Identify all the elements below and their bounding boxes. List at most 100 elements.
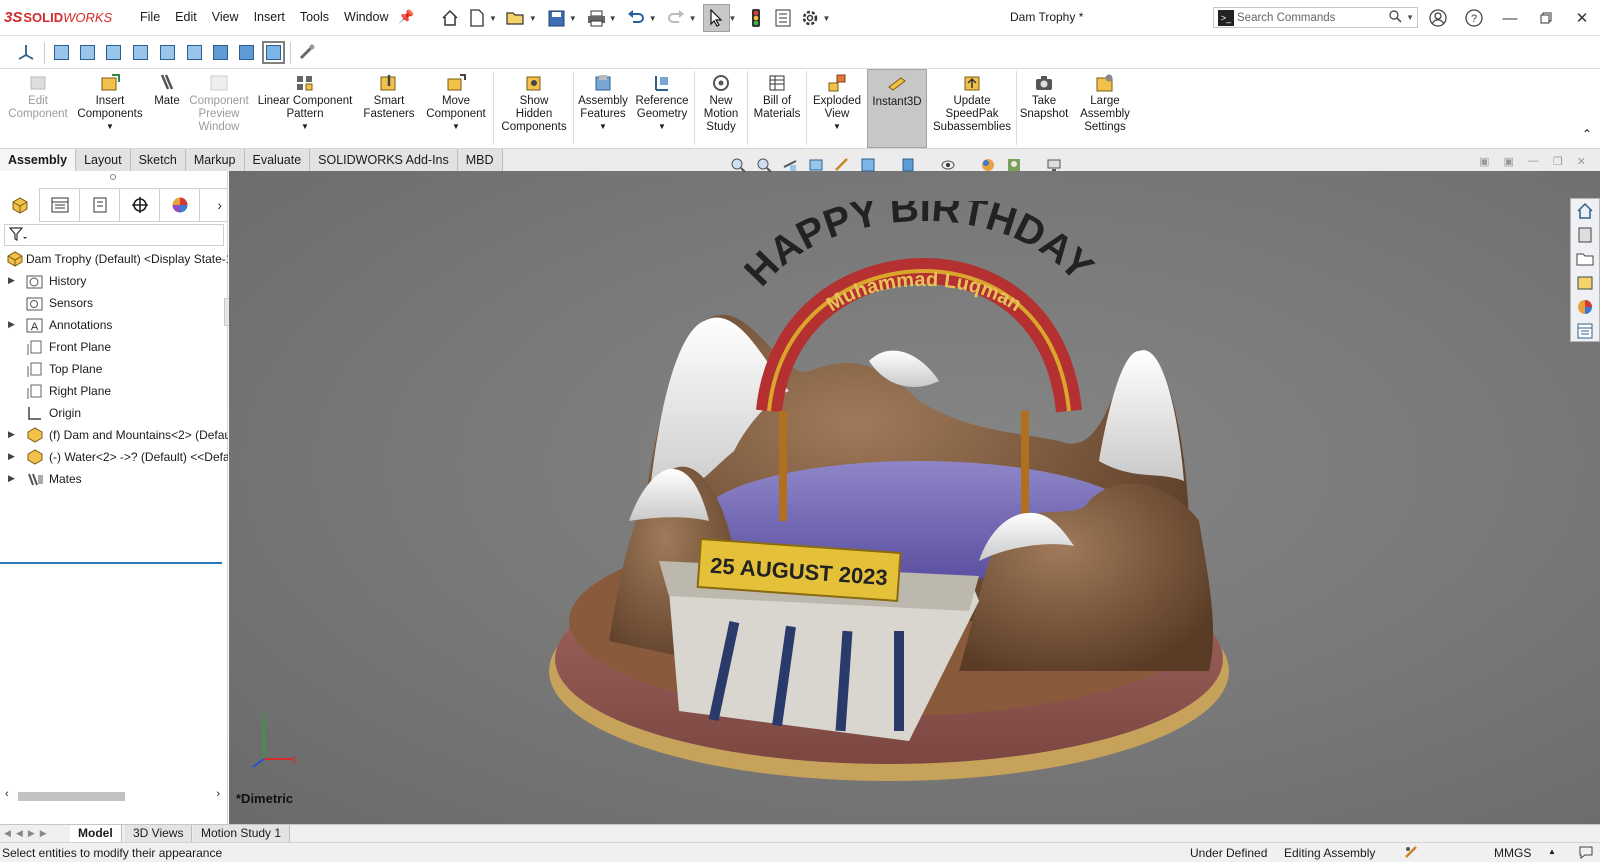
menu-edit[interactable]: Edit	[175, 10, 197, 24]
redo-icon[interactable]	[663, 4, 690, 32]
display-style-icon[interactable]	[895, 155, 921, 175]
new-document-icon[interactable]	[463, 4, 490, 32]
user-account-icon[interactable]	[1420, 5, 1456, 31]
tab-model[interactable]: Model	[70, 825, 122, 842]
close-button[interactable]: ✕	[1564, 5, 1600, 31]
view-palette-icon[interactable]	[1571, 271, 1599, 295]
design-library-icon[interactable]	[1571, 223, 1599, 247]
rebuild-status-icon[interactable]	[1404, 845, 1420, 862]
units-dropdown-icon[interactable]: ▲	[1548, 847, 1556, 856]
select-dropdown-icon[interactable]: ▼	[729, 14, 737, 23]
expand-icon[interactable]: ▶	[8, 473, 15, 484]
dimxpert-tab-icon[interactable]	[120, 188, 160, 222]
print-dropdown-icon[interactable]: ▼	[609, 14, 617, 23]
expand-icon[interactable]: ▶	[8, 429, 15, 440]
home-icon[interactable]	[436, 4, 463, 32]
scroll-thumb[interactable]	[18, 792, 125, 801]
reference-geometry-button[interactable]: Reference Geometry ▼	[631, 69, 693, 148]
chevron-down-icon[interactable]: ▼	[301, 123, 309, 131]
isometric-view-icon[interactable]	[209, 41, 231, 63]
tree-item-water[interactable]: ▶ (-) Water<2> ->? (Default) <<Default>	[0, 446, 228, 468]
chevron-down-icon[interactable]: ▼	[106, 123, 114, 131]
tab-addins[interactable]: SOLIDWORKS Add-Ins	[310, 149, 458, 171]
file-properties-icon[interactable]	[769, 4, 796, 32]
update-speedpak-button[interactable]: Update SpeedPak Subassemblies	[929, 69, 1015, 148]
chevron-down-icon[interactable]: ▼	[658, 123, 666, 131]
solidworks-resources-icon[interactable]	[1571, 199, 1599, 223]
chevron-down-icon[interactable]: ▼	[833, 123, 841, 131]
apply-scene-icon[interactable]	[1001, 155, 1027, 175]
minimize-button[interactable]: —	[1492, 5, 1528, 31]
tab-sketch[interactable]: Sketch	[130, 149, 186, 171]
take-snapshot-button[interactable]: Take Snapshot	[1018, 69, 1070, 148]
zoom-to-fit-icon[interactable]	[725, 155, 751, 175]
show-hidden-components-button[interactable]: Show Hidden Components	[496, 69, 572, 148]
featuremanager-tab-icon[interactable]	[0, 188, 40, 222]
feedback-icon[interactable]	[1578, 845, 1594, 862]
tree-item-annotations[interactable]: ▶ A Annotations	[0, 314, 228, 336]
undo-dropdown-icon[interactable]: ▼	[649, 14, 657, 23]
scroll-left-icon[interactable]: ‹	[5, 788, 9, 800]
chevron-right-icon[interactable]: ›	[217, 197, 222, 213]
expand-icon[interactable]: ▶	[8, 451, 15, 462]
tab-evaluate[interactable]: Evaluate	[244, 149, 311, 171]
new-motion-study-button[interactable]: New Motion Study	[696, 69, 746, 148]
chevron-down-icon[interactable]: ▼	[599, 123, 607, 131]
undo-icon[interactable]	[623, 4, 650, 32]
open-dropdown-icon[interactable]: ▼	[529, 14, 537, 23]
expand-icon[interactable]: ▶	[8, 319, 15, 330]
tree-item-origin[interactable]: Origin	[0, 402, 228, 424]
linear-component-pattern-button[interactable]: Linear Component Pattern ▼	[252, 69, 358, 148]
menu-file[interactable]: File	[140, 10, 160, 24]
tree-item-sensors[interactable]: Sensors	[0, 292, 228, 314]
search-commands-field[interactable]: >_ Search Commands ▼	[1213, 7, 1418, 28]
redo-dropdown-icon[interactable]: ▼	[689, 14, 697, 23]
viewport-minimize-icon[interactable]: —	[1528, 155, 1539, 168]
back-view-icon[interactable]	[76, 41, 98, 63]
hide-show-items-icon[interactable]	[935, 155, 961, 175]
graphics-area[interactable]: ▣ ▣ — ❐ ✕ HAPPY BIRTHDAY Muhammad Luqman…	[229, 155, 1600, 824]
tree-rollback-bar[interactable]	[0, 562, 222, 564]
panel-drag-handle[interactable]	[110, 174, 116, 180]
view-settings-icon[interactable]	[1041, 155, 1067, 175]
tab-3d-views[interactable]: 3D Views	[125, 825, 193, 842]
tree-item-mates[interactable]: ▶ Mates	[0, 468, 228, 490]
tree-item-top-plane[interactable]: Top Plane	[0, 358, 228, 380]
component-preview-window-button[interactable]: Component Preview Window	[186, 69, 252, 148]
previous-view-icon[interactable]	[777, 155, 803, 175]
horizontal-scrollbar[interactable]: ‹ ›	[0, 788, 226, 804]
filter-icon[interactable]	[8, 227, 27, 244]
options-dropdown-icon[interactable]: ▼	[822, 14, 830, 23]
viewport-close-icon[interactable]: ✕	[1577, 155, 1586, 168]
dimetric-view-icon[interactable]	[261, 40, 285, 64]
tab-motion-study[interactable]: Motion Study 1	[193, 825, 291, 842]
dynamic-annotation-icon[interactable]	[829, 155, 855, 175]
save-icon[interactable]	[543, 4, 570, 32]
view-orientation-icon[interactable]	[15, 41, 37, 63]
tab-nav-arrows-icon[interactable]: ◀◀▶▶	[4, 828, 52, 839]
exploded-view-button[interactable]: Exploded View ▼	[808, 69, 866, 148]
select-cursor-icon[interactable]	[702, 4, 730, 32]
move-component-button[interactable]: Move Component ▼	[420, 69, 492, 148]
tree-item-history[interactable]: ▶ History	[0, 270, 228, 292]
tree-item-right-plane[interactable]: Right Plane	[0, 380, 228, 402]
section-view-icon[interactable]	[803, 155, 829, 175]
appearances-icon[interactable]	[1571, 295, 1599, 319]
tree-item-dam-and-mountains[interactable]: ▶ (f) Dam and Mountains<2> (Default)	[0, 424, 228, 446]
insert-components-button[interactable]: Insert Components ▼	[72, 69, 148, 148]
menu-tools[interactable]: Tools	[300, 10, 329, 24]
viewport-restore-icon[interactable]: ❐	[1553, 155, 1563, 168]
assembly-features-button[interactable]: Assembly Features ▼	[575, 69, 631, 148]
menu-view[interactable]: View	[212, 10, 239, 24]
edit-appearance-icon[interactable]	[975, 155, 1001, 175]
restore-button[interactable]	[1528, 5, 1564, 31]
bottom-view-icon[interactable]	[183, 41, 205, 63]
file-explorer-icon[interactable]	[1571, 247, 1599, 271]
units-selector[interactable]: MMGS	[1494, 846, 1531, 860]
expand-icon[interactable]: ▶	[8, 275, 15, 286]
options-gear-icon[interactable]	[796, 4, 823, 32]
rebuild-traffic-light-icon[interactable]	[742, 4, 769, 32]
top-view-icon[interactable]	[156, 41, 178, 63]
search-input[interactable]: Search Commands	[1237, 12, 1389, 24]
search-icon[interactable]	[1389, 9, 1402, 26]
